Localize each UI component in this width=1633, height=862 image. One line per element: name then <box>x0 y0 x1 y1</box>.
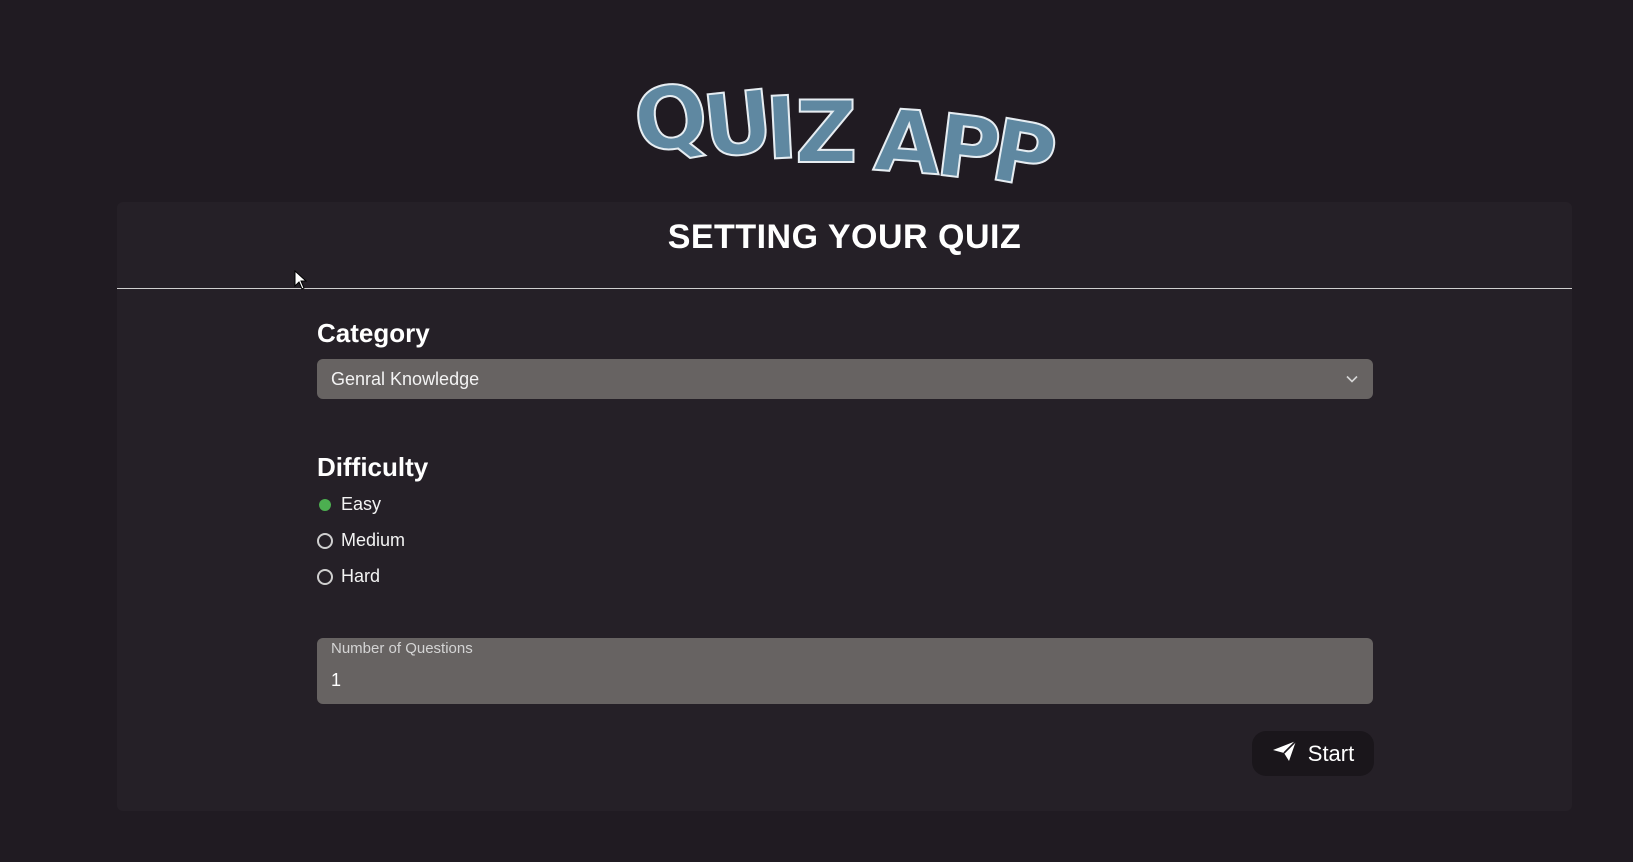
start-button-label: Start <box>1307 740 1355 766</box>
difficulty-option-medium[interactable]: Medium <box>317 530 405 551</box>
logo-letter: Z <box>794 83 858 183</box>
category-selected-value: Genral Knowledge <box>331 368 480 389</box>
quiz-setup-page: Q U I Z A P P SETTING YOUR QUIZ Category… <box>0 0 1633 862</box>
difficulty-option-label: Easy <box>341 494 382 514</box>
send-icon <box>1272 740 1298 767</box>
number-of-questions-input[interactable] <box>331 670 1331 691</box>
difficulty-option-hard[interactable]: Hard <box>317 566 380 587</box>
category-select[interactable]: Genral Knowledge <box>317 359 1373 399</box>
radio-checked-icon[interactable] <box>317 497 333 513</box>
category-label: Category <box>317 318 430 348</box>
title-divider <box>117 288 1572 289</box>
logo-letter: P <box>983 99 1064 210</box>
number-of-questions-field[interactable]: Number of Questions <box>317 638 1373 704</box>
difficulty-option-label: Hard <box>341 566 381 586</box>
app-logo: Q U I Z A P P <box>0 40 1633 211</box>
number-of-questions-label: Number of Questions <box>331 640 473 657</box>
difficulty-option-label: Medium <box>341 530 406 550</box>
radio-unchecked-icon[interactable] <box>317 532 333 549</box>
difficulty-label: Difficulty <box>317 452 429 482</box>
quiz-settings-card: SETTING YOUR QUIZ Category Genral Knowle… <box>117 202 1572 811</box>
start-button[interactable]: Start <box>1252 731 1374 776</box>
card-title: SETTING YOUR QUIZ <box>667 218 1022 256</box>
radio-unchecked-icon[interactable] <box>317 568 333 585</box>
mouse-pointer-icon <box>294 269 308 290</box>
chevron-down-icon <box>1345 372 1359 386</box>
difficulty-option-easy[interactable]: Easy <box>317 494 381 515</box>
